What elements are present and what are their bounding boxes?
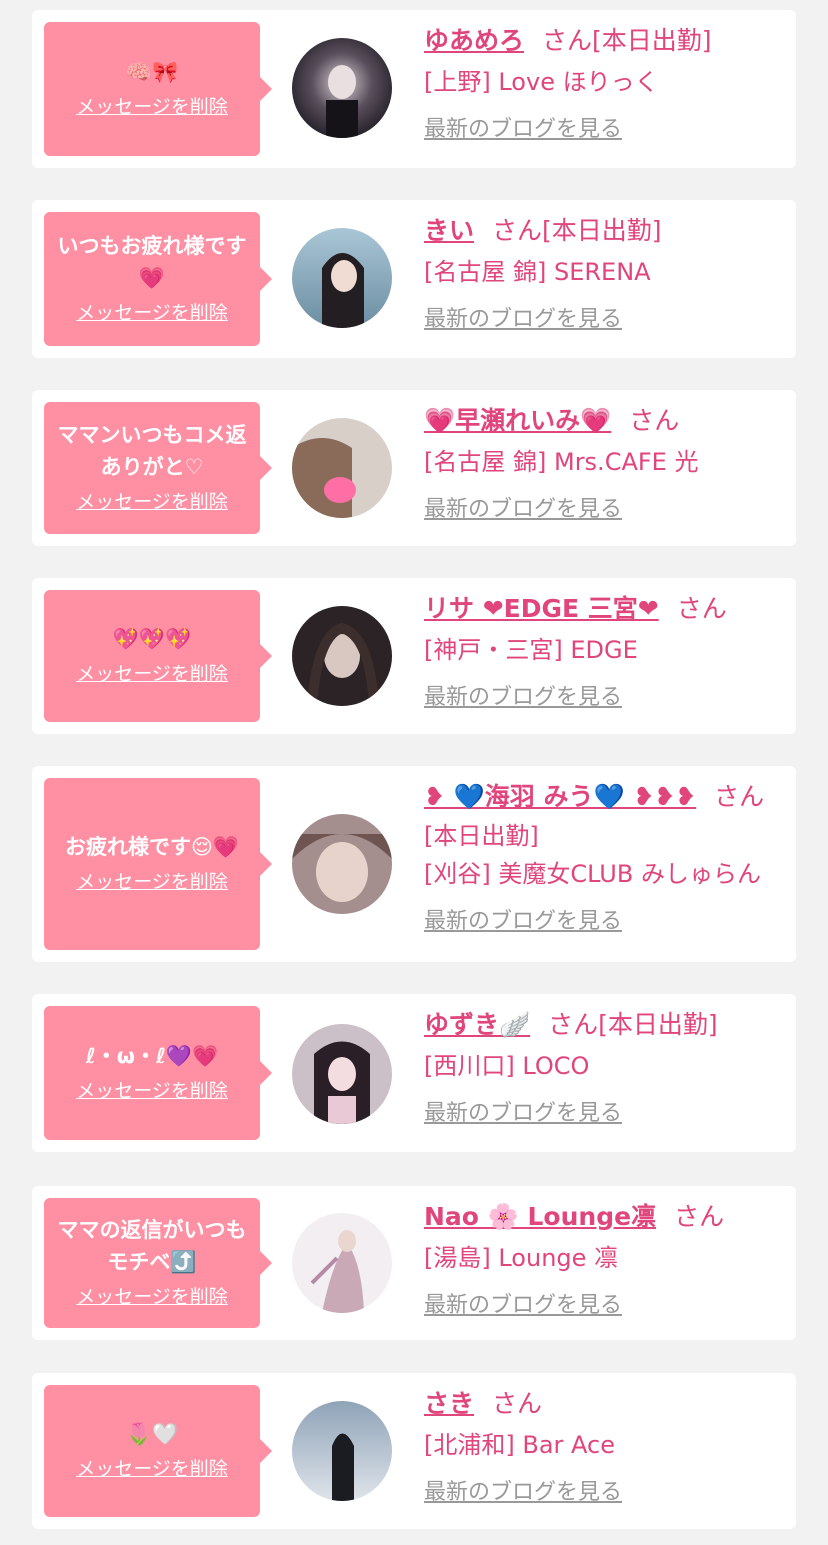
message-text: 💖💖💖 — [112, 627, 192, 651]
honorific: さん — [714, 782, 765, 811]
shop-info: [西川口] LOCO — [424, 1052, 590, 1080]
message-bubble: ℓ・ω・ℓ💜💗 メッセージを削除 — [44, 1006, 272, 1140]
latest-blog-link[interactable]: 最新のブログを見る — [424, 1098, 622, 1130]
entry-info: 💗早瀬れいみ💗 さん [名古屋 錦] Mrs.CAFE 光 最新のブログを見る — [424, 402, 788, 526]
message-bubble: ママンいつもコメ返ありがと♡ メッセージを削除 — [44, 402, 272, 534]
avatar[interactable] — [292, 606, 392, 706]
cast-name-link[interactable]: きい — [424, 216, 474, 245]
honorific: さん — [542, 26, 593, 55]
avatar[interactable] — [292, 418, 392, 518]
delete-message-link[interactable]: メッセージを削除 — [76, 300, 228, 326]
latest-blog-link[interactable]: 最新のブログを見る — [424, 682, 622, 714]
avatar[interactable] — [292, 1213, 392, 1313]
name-line: 💗早瀬れいみ💗 さん — [424, 402, 788, 440]
entry-info: きい さん[本日出勤] [名古屋 錦] SERENA 最新のブログを見る — [424, 212, 788, 336]
message-text: 🌷🤍 — [125, 1422, 179, 1446]
honorific: さん — [492, 1389, 543, 1418]
latest-blog-link[interactable]: 最新のブログを見る — [424, 114, 622, 146]
message-text: ママの返信がいつもモチベ⤴️ — [57, 1218, 247, 1274]
entry-info: さき さん [北浦和] Bar Ace 最新のブログを見る — [424, 1385, 788, 1509]
status-badge: [本日出勤] — [424, 822, 539, 850]
avatar[interactable] — [292, 1024, 392, 1124]
name-line: リサ ❤EDGE 三宮❤ さん — [424, 590, 788, 628]
message-bubble: ママの返信がいつもモチベ⤴️ メッセージを削除 — [44, 1198, 272, 1328]
latest-blog-link[interactable]: 最新のブログを見る — [424, 304, 622, 336]
list-item: いつもお疲れ様です💗 メッセージを削除 きい さん[本日出勤] [名古屋 錦] S… — [32, 200, 796, 358]
name-line: ❥ 💙海羽 みう💙 ❥❥❥ さん — [424, 778, 788, 816]
delete-message-link[interactable]: メッセージを削除 — [76, 489, 228, 515]
honorific: さん — [674, 1202, 725, 1231]
latest-blog-link[interactable]: 最新のブログを見る — [424, 494, 622, 526]
shop-info: [神戸・三宮] EDGE — [424, 636, 638, 664]
list-item: ママンいつもコメ返ありがと♡ メッセージを削除 💗早瀬れいみ💗 さん [名古屋 錦… — [32, 390, 796, 546]
name-line: ゆあめろ さん[本日出勤] — [424, 22, 788, 60]
cast-name-link[interactable]: さき — [424, 1389, 474, 1418]
message-text: ママンいつもコメ返ありがと♡ — [57, 423, 247, 479]
entry-info: ❥ 💙海羽 みう💙 ❥❥❥ さん [本日出勤] [刈谷] 美魔女CLUB みしゅら… — [424, 778, 788, 938]
cast-name-link[interactable]: リサ ❤EDGE 三宮❤ — [424, 594, 659, 623]
list-item: 💖💖💖 メッセージを削除 リサ ❤EDGE 三宮❤ さん [神戸・三宮] EDGE… — [32, 578, 796, 734]
list-item: ℓ・ω・ℓ💜💗 メッセージを削除 ゆずき🪽 さん[本日出勤] [西川口] LOCO… — [32, 994, 796, 1152]
entry-info: リサ ❤EDGE 三宮❤ さん [神戸・三宮] EDGE 最新のブログを見る — [424, 590, 788, 714]
avatar[interactable] — [292, 814, 392, 914]
honorific: さん — [548, 1010, 599, 1039]
name-line: さき さん — [424, 1385, 788, 1423]
status-badge: [本日出勤] — [598, 1010, 718, 1039]
message-bubble: 🌷🤍 メッセージを削除 — [44, 1385, 272, 1517]
cast-name-link[interactable]: ❥ 💙海羽 みう💙 ❥❥❥ — [424, 782, 696, 811]
name-line: Nao 🌸 Lounge凛 さん — [424, 1198, 788, 1236]
message-bubble: いつもお疲れ様です💗 メッセージを削除 — [44, 212, 272, 346]
honorific: さん — [676, 594, 727, 623]
avatar[interactable] — [292, 228, 392, 328]
cast-name-link[interactable]: Nao 🌸 Lounge凛 — [424, 1202, 656, 1231]
latest-blog-link[interactable]: 最新のブログを見る — [424, 906, 622, 938]
name-line: きい さん[本日出勤] — [424, 212, 788, 250]
latest-blog-link[interactable]: 最新のブログを見る — [424, 1477, 622, 1509]
delete-message-link[interactable]: メッセージを削除 — [76, 1078, 228, 1104]
avatar[interactable] — [292, 1401, 392, 1501]
shop-info: [湯島] Lounge 凛 — [424, 1244, 619, 1272]
message-list: 🧠🎀 メッセージを削除 ゆあめろ さん[本日出勤] [上野] Love ほりっく … — [0, 0, 828, 1545]
delete-message-link[interactable]: メッセージを削除 — [76, 869, 228, 895]
list-item: 🧠🎀 メッセージを削除 ゆあめろ さん[本日出勤] [上野] Love ほりっく … — [32, 10, 796, 168]
shop-info: [名古屋 錦] Mrs.CAFE 光 — [424, 448, 699, 476]
delete-message-link[interactable]: メッセージを削除 — [76, 1456, 228, 1482]
delete-message-link[interactable]: メッセージを削除 — [76, 1284, 228, 1310]
shop-info: [刈谷] 美魔女CLUB みしゅらん — [424, 860, 761, 888]
list-item: お疲れ様です😌💗 メッセージを削除 ❥ 💙海羽 みう💙 ❥❥❥ さん [本日出勤]… — [32, 766, 796, 962]
shop-info: [名古屋 錦] SERENA — [424, 258, 651, 286]
list-item: ママの返信がいつもモチベ⤴️ メッセージを削除 Nao 🌸 Lounge凛 さん … — [32, 1186, 796, 1340]
delete-message-link[interactable]: メッセージを削除 — [76, 661, 228, 687]
message-bubble: 🧠🎀 メッセージを削除 — [44, 22, 272, 156]
entry-info: ゆずき🪽 さん[本日出勤] [西川口] LOCO 最新のブログを見る — [424, 1006, 788, 1130]
message-text: いつもお疲れ様です💗 — [57, 234, 247, 290]
cast-name-link[interactable]: 💗早瀬れいみ💗 — [424, 406, 611, 435]
message-bubble: 💖💖💖 メッセージを削除 — [44, 590, 272, 722]
cast-name-link[interactable]: ゆあめろ — [424, 26, 524, 55]
shop-info: [上野] Love ほりっく — [424, 68, 659, 96]
latest-blog-link[interactable]: 最新のブログを見る — [424, 1290, 622, 1322]
avatar[interactable] — [292, 38, 392, 138]
honorific: さん — [629, 406, 680, 435]
cast-name-link[interactable]: ゆずき🪽 — [424, 1010, 530, 1039]
message-bubble: お疲れ様です😌💗 メッセージを削除 — [44, 778, 272, 950]
status-badge: [本日出勤] — [542, 216, 662, 245]
message-text: お疲れ様です😌💗 — [64, 835, 240, 859]
name-line: ゆずき🪽 さん[本日出勤] — [424, 1006, 788, 1044]
list-item: 🌷🤍 メッセージを削除 さき さん [北浦和] Bar Ace 最新のブログを見る — [32, 1373, 796, 1529]
message-text: 🧠🎀 — [125, 60, 179, 84]
honorific: さん — [492, 216, 543, 245]
shop-info: [北浦和] Bar Ace — [424, 1431, 615, 1459]
message-text: ℓ・ω・ℓ💜💗 — [85, 1044, 219, 1068]
entry-info: ゆあめろ さん[本日出勤] [上野] Love ほりっく 最新のブログを見る — [424, 22, 788, 146]
entry-info: Nao 🌸 Lounge凛 さん [湯島] Lounge 凛 最新のブログを見る — [424, 1198, 788, 1322]
delete-message-link[interactable]: メッセージを削除 — [76, 94, 228, 120]
status-badge: [本日出勤] — [592, 26, 712, 55]
